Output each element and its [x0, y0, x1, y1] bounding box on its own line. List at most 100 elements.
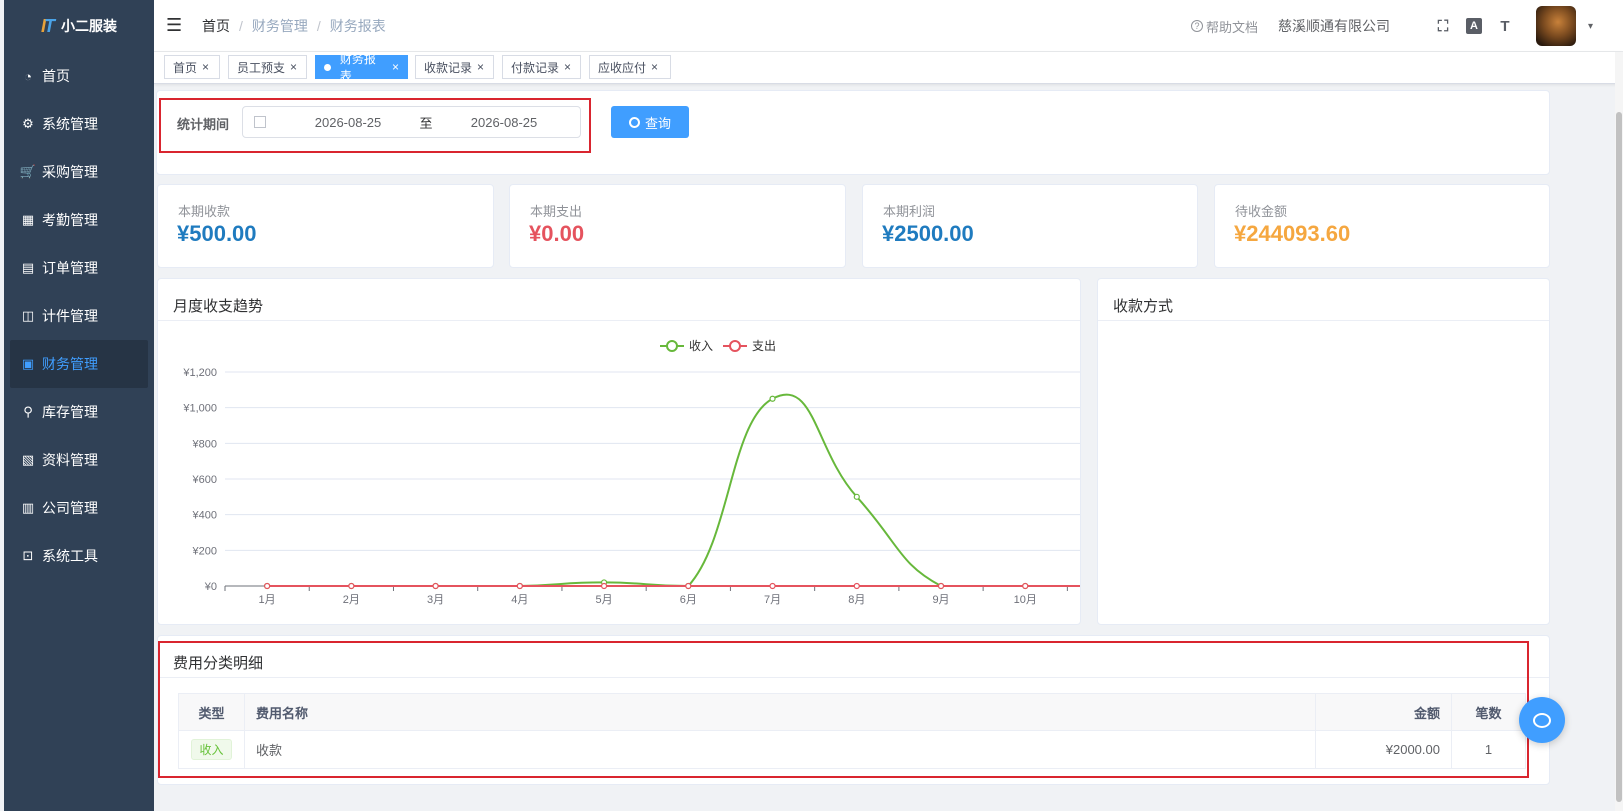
- column-header-amount[interactable]: 金额: [1315, 693, 1452, 731]
- close-icon[interactable]: ×: [564, 60, 571, 74]
- translate-icon[interactable]: A: [1465, 18, 1482, 34]
- stat-value: ¥244093.60: [1234, 221, 1351, 246]
- font-size-icon[interactable]: T: [1496, 17, 1514, 35]
- sidebar-item-5[interactable]: ◫ 计件管理: [4, 292, 154, 340]
- stat-value: ¥0.00: [529, 221, 585, 246]
- sidebar-item-label: 系统工具: [42, 548, 98, 564]
- sidebar-item-4[interactable]: ▤ 订单管理: [4, 244, 154, 292]
- tab-label: 应收应付: [598, 60, 647, 75]
- income-badge: 收入: [191, 739, 232, 760]
- menu-icon: ⊡: [22, 548, 34, 563]
- navbar-right: ? 帮助文档 慈溪顺通有限公司 ⛶ A T ▾: [1190, 0, 1593, 52]
- app-name: 小二服装: [61, 18, 117, 34]
- hamburger-icon[interactable]: ☰: [166, 15, 186, 36]
- start-date-input[interactable]: 2026-08-25: [292, 115, 404, 130]
- menu-icon: ▧: [21, 452, 35, 467]
- stat-card-expense: 本期支出 ¥0.00: [509, 184, 846, 268]
- menu-icon: ◔: [24, 68, 32, 84]
- sidebar-item-9[interactable]: ▥ 公司管理: [4, 484, 154, 532]
- tab-3[interactable]: 收款记录 ×: [415, 55, 494, 79]
- column-header-type[interactable]: 类型: [178, 693, 245, 731]
- end-date-input[interactable]: 2026-08-25: [448, 115, 560, 130]
- payment-method-title: 收款方式: [1113, 298, 1174, 315]
- fullscreen-icon[interactable]: ⛶: [1434, 17, 1452, 35]
- table-header-row: 类型 费用名称 金额 笔数: [178, 693, 1526, 731]
- caret-down-icon[interactable]: ▾: [1588, 21, 1593, 32]
- table-row[interactable]: 收入 收款 ¥2000.00 1: [178, 730, 1526, 769]
- app-logo[interactable]: IT 小二服装: [4, 0, 154, 52]
- scrollbar-thumb[interactable]: [1616, 112, 1622, 802]
- menu-icon: ▥: [21, 500, 35, 515]
- breadcrumb-home[interactable]: 首页: [202, 16, 230, 36]
- breadcrumb-separator: /: [239, 17, 243, 34]
- sidebar-menu: ◔ 首页 ⚙ 系统管理 🛒 采购管理 ▦ 考勤管理 ▤ 订单管理 ◫ 计件管理 ▣ 财务管理 ⚲ 库存管理 ▧ 资…: [4, 52, 154, 580]
- sidebar-item-8[interactable]: ▧ 资料管理: [4, 436, 154, 484]
- menu-icon: ▦: [21, 212, 35, 227]
- search-icon: [628, 116, 640, 128]
- stat-card-income: 本期收款 ¥500.00: [157, 184, 494, 268]
- company-name: 慈溪顺通有限公司: [1277, 18, 1390, 34]
- sidebar-item-label: 系统管理: [42, 116, 98, 132]
- stat-card-profit: 本期利润 ¥2500.00: [862, 184, 1198, 268]
- tab-4[interactable]: 付款记录 ×: [502, 55, 581, 79]
- column-header-count[interactable]: 笔数: [1451, 693, 1526, 731]
- period-label: 统计期间: [177, 117, 230, 132]
- tab-label: 收款记录: [424, 60, 473, 75]
- tags-view: 首页 × 员工预支 × 财务报表 × 收款记录 × 付款记录 × 应收应付 ×: [154, 52, 1623, 84]
- menu-icon: ▣: [21, 356, 35, 371]
- page-scrollbar[interactable]: [1615, 52, 1623, 811]
- help-docs-link[interactable]: ? 帮助文档: [1190, 17, 1258, 36]
- tab-label: 员工预支: [237, 60, 286, 75]
- name-cell: 收款: [244, 730, 1316, 769]
- sidebar-item-3[interactable]: ▦ 考勤管理: [4, 196, 154, 244]
- card-divider: [158, 320, 1080, 321]
- sidebar-item-label: 订单管理: [42, 260, 98, 276]
- menu-icon: ◫: [21, 308, 35, 323]
- stat-label: 待收金额: [1235, 204, 1288, 219]
- tab-1[interactable]: 员工预支 ×: [228, 55, 307, 79]
- payment-method-card: 收款方式: [1097, 278, 1550, 625]
- close-icon[interactable]: ×: [202, 60, 209, 74]
- logo-icon: IT: [40, 15, 55, 36]
- close-icon[interactable]: ×: [651, 60, 658, 74]
- close-icon[interactable]: ×: [477, 60, 484, 74]
- menu-icon: ⚙: [22, 116, 34, 131]
- sidebar-item-6[interactable]: ▣ 财务管理: [10, 340, 148, 388]
- card-divider: [1098, 320, 1549, 321]
- breadcrumb-current: 财务报表: [329, 17, 386, 34]
- sidebar-item-label: 采购管理: [42, 164, 98, 180]
- date-range-separator: 至: [419, 115, 433, 131]
- sidebar-item-7[interactable]: ⚲ 库存管理: [4, 388, 154, 436]
- sidebar-item-2[interactable]: 🛒 采购管理: [4, 148, 154, 196]
- tab-5[interactable]: 应收应付 ×: [589, 55, 671, 79]
- close-icon[interactable]: ×: [392, 60, 399, 74]
- tab-0[interactable]: 首页 ×: [164, 55, 220, 79]
- sidebar-item-label: 考勤管理: [42, 212, 98, 228]
- navbar: ☰ 首页 / 财务管理 / 财务报表 ? 帮助文档 慈溪顺通有限公司 ⛶ A T…: [154, 0, 1623, 52]
- date-range-picker[interactable]: 2026-08-25 至 2026-08-25: [242, 106, 581, 138]
- sidebar-item-1[interactable]: ⚙ 系统管理: [4, 100, 154, 148]
- breadcrumb-finance: 财务管理: [251, 17, 308, 34]
- menu-icon: 🛒: [19, 164, 37, 179]
- sidebar-item-label: 资料管理: [42, 452, 98, 468]
- column-header-name[interactable]: 费用名称: [244, 693, 1316, 731]
- sidebar-item-label: 公司管理: [42, 500, 98, 516]
- query-button[interactable]: 查询: [611, 106, 689, 138]
- sidebar-item-10[interactable]: ⊡ 系统工具: [4, 532, 154, 580]
- fee-table: 类型 费用名称 金额 笔数 收入 收款 ¥2000.00 1: [178, 693, 1526, 769]
- tab-label: 财务报表: [339, 52, 376, 83]
- stat-label: 本期利润: [883, 204, 936, 219]
- avatar[interactable]: [1535, 6, 1576, 46]
- trend-chart-card: 月度收支趋势: [157, 278, 1081, 625]
- sidebar-item-0[interactable]: ◔ 首页: [4, 52, 154, 100]
- sidebar-item-label: 库存管理: [42, 404, 98, 420]
- query-button-label: 查询: [644, 115, 671, 131]
- sidebar-item-label: 首页: [42, 68, 70, 84]
- chat-button[interactable]: [1519, 697, 1565, 743]
- sidebar-item-label: 计件管理: [42, 308, 98, 324]
- tab-label: 付款记录: [511, 60, 560, 75]
- stat-label: 本期收款: [178, 204, 231, 219]
- close-icon[interactable]: ×: [290, 60, 297, 74]
- help-docs-label: 帮助文档: [1205, 19, 1258, 35]
- tab-2[interactable]: 财务报表 ×: [315, 52, 408, 83]
